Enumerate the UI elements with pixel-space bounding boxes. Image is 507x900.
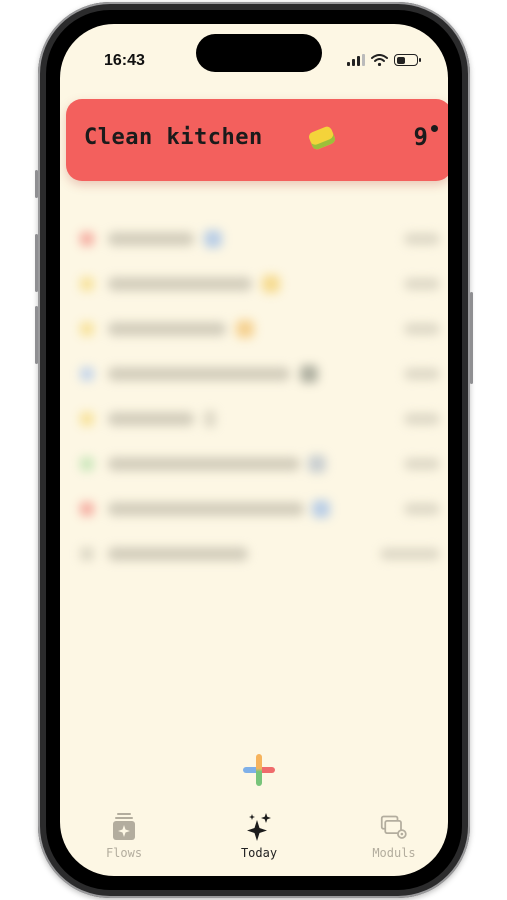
blurred-task-list xyxy=(76,220,446,580)
flows-icon xyxy=(113,813,135,840)
list-item xyxy=(76,445,446,490)
list-item xyxy=(76,220,446,265)
volume-down-button xyxy=(35,306,38,364)
sponge-icon xyxy=(307,125,337,151)
list-item xyxy=(76,355,446,400)
power-button xyxy=(470,292,473,384)
tab-today-label: Today xyxy=(240,846,278,860)
bezel: 16:43 Clean kitchen 9 Flows Today Moduls xyxy=(46,10,462,890)
tab-flows[interactable]: Flows xyxy=(74,812,174,860)
tab-moduls[interactable]: Moduls xyxy=(344,812,444,860)
tab-today[interactable]: Today xyxy=(209,812,309,860)
status-icons xyxy=(347,54,421,66)
add-task-button[interactable] xyxy=(243,754,275,786)
tab-bar: Flows Today Moduls xyxy=(60,812,448,872)
status-time: 16:43 xyxy=(104,52,145,69)
task-title: Clean kitchen xyxy=(84,125,263,150)
list-item xyxy=(76,310,446,355)
modules-icon xyxy=(380,815,407,839)
list-item xyxy=(76,490,446,535)
wifi-icon xyxy=(371,54,388,66)
count-dot-icon xyxy=(431,125,438,132)
signal-icon xyxy=(347,54,365,66)
tab-moduls-label: Moduls xyxy=(372,846,416,860)
battery-icon xyxy=(394,54,421,66)
app-screen: 16:43 Clean kitchen 9 Flows Today Moduls xyxy=(60,24,448,876)
sparkle-icon xyxy=(247,813,271,841)
tab-flows-label: Flows xyxy=(105,846,143,860)
list-item xyxy=(76,400,446,445)
task-count: 9 xyxy=(413,123,428,151)
volume-up-button xyxy=(35,234,38,292)
current-task-card[interactable]: Clean kitchen 9 xyxy=(66,99,448,181)
dynamic-island xyxy=(196,34,322,72)
phone-frame: 16:43 Clean kitchen 9 Flows Today Moduls xyxy=(35,2,473,898)
action-button xyxy=(35,170,38,198)
list-item xyxy=(76,265,446,310)
list-item xyxy=(76,535,446,580)
